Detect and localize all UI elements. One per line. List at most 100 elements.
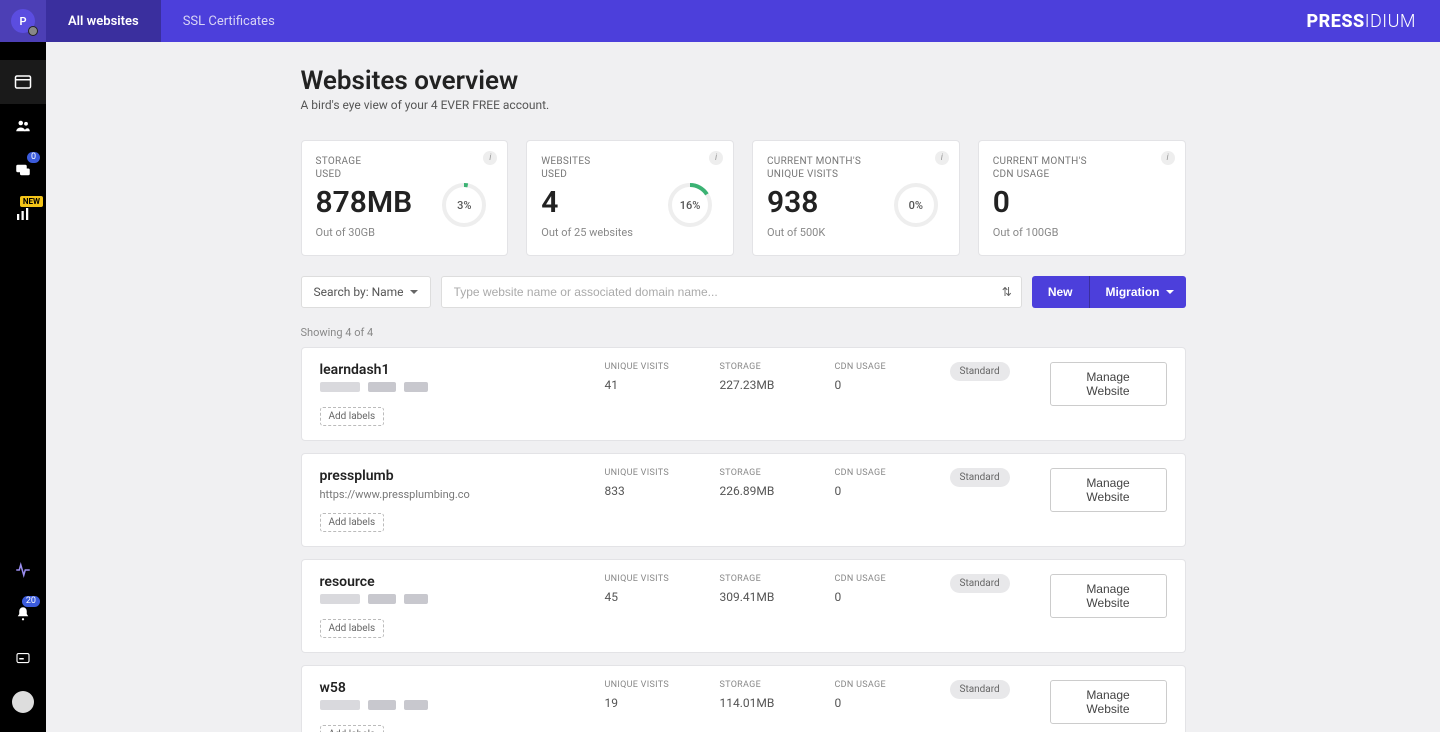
col-storage-label: STORAGE [720, 362, 835, 372]
pulse-icon [14, 561, 32, 579]
plan-badge: Standard [950, 680, 1010, 699]
bell-icon [14, 605, 32, 623]
bar-chart-icon [14, 205, 32, 223]
card-label: WEBSITESUSED [541, 155, 663, 181]
browser-icon [14, 73, 32, 91]
websites-list: learndash1 Add labels UNIQUE VISITS 41 S… [301, 347, 1186, 732]
page-title: Websites overview [301, 66, 1186, 96]
manage-website-button[interactable]: Manage Website [1050, 574, 1167, 618]
stats-cards-row: STORAGEUSED 878MB Out of 30GB 3% i WEBSI… [301, 140, 1186, 256]
col-cdn-label: CDN USAGE [835, 468, 950, 478]
site-name[interactable]: resource [320, 574, 605, 590]
col-visits-value: 41 [605, 378, 720, 392]
col-cdn-label: CDN USAGE [835, 574, 950, 584]
col-visits-value: 833 [605, 484, 720, 498]
donut-value: 16% [665, 180, 715, 230]
card-label: STORAGEUSED [316, 155, 438, 181]
col-visits-label: UNIQUE VISITS [605, 362, 720, 372]
left-sidebar: P 0 NEW [0, 0, 46, 732]
stat-card: CURRENT MONTH'SCDN USAGE 0 Out of 100GB … [978, 140, 1186, 256]
card-sub: Out of 25 websites [541, 226, 663, 239]
donut-gauge: 3% [439, 180, 489, 230]
site-name[interactable]: learndash1 [320, 362, 605, 378]
chat-icon [14, 161, 32, 179]
nav-messages-icon[interactable]: 0 [0, 148, 46, 192]
plan-badge: Standard [950, 362, 1010, 381]
search-input[interactable] [441, 276, 1022, 308]
col-cdn-value: 0 [835, 696, 950, 710]
tab-all-websites[interactable]: All websites [46, 0, 161, 42]
stat-card: STORAGEUSED 878MB Out of 30GB 3% i [301, 140, 509, 256]
card-label: CURRENT MONTH'SUNIQUE VISITS [767, 155, 889, 181]
col-storage-label: STORAGE [720, 468, 835, 478]
card-sub: Out of 100GB [993, 226, 1171, 239]
manage-website-button[interactable]: Manage Website [1050, 362, 1167, 406]
card-value: 4 [541, 185, 663, 220]
donut-gauge: 0% [891, 180, 941, 230]
plan-badge: Standard [950, 468, 1010, 487]
add-labels-button[interactable]: Add labels [320, 407, 385, 426]
col-cdn-value: 0 [835, 590, 950, 604]
messages-badge: 0 [27, 152, 40, 163]
nav-users-icon[interactable] [0, 104, 46, 148]
nav-profile-icon[interactable] [0, 680, 46, 724]
card-label: CURRENT MONTH'SCDN USAGE [993, 155, 1171, 181]
nav-websites-icon[interactable] [0, 60, 46, 104]
nav-analytics-icon[interactable]: NEW [0, 192, 46, 236]
site-name[interactable]: pressplumb [320, 468, 605, 484]
col-storage-value: 114.01MB [720, 696, 835, 710]
col-storage-value: 227.23MB [720, 378, 835, 392]
info-icon[interactable]: i [935, 151, 949, 165]
col-cdn-value: 0 [835, 484, 950, 498]
site-name[interactable]: w58 [320, 680, 605, 696]
card-sub: Out of 30GB [316, 226, 438, 239]
website-row: w58 Add labels UNIQUE VISITS 19 STORAGE … [301, 665, 1186, 732]
col-storage-label: STORAGE [720, 680, 835, 690]
card-value: 0 [993, 185, 1171, 220]
col-cdn-value: 0 [835, 378, 950, 392]
brand-logo[interactable]: PRESSIDIUM [1306, 11, 1440, 32]
nav-notifications-icon[interactable]: 20 [0, 592, 46, 636]
info-icon[interactable]: i [709, 151, 723, 165]
migration-dropdown[interactable]: Migration [1089, 276, 1186, 308]
col-cdn-label: CDN USAGE [835, 680, 950, 690]
add-labels-button[interactable]: Add labels [320, 725, 385, 732]
status-dot [28, 26, 38, 36]
add-labels-button[interactable]: Add labels [320, 513, 385, 532]
website-row: resource Add labels UNIQUE VISITS 45 STO… [301, 559, 1186, 653]
col-storage-value: 309.41MB [720, 590, 835, 604]
plan-badge: Standard [950, 574, 1010, 593]
account-avatar[interactable]: P [0, 0, 46, 42]
stat-card: CURRENT MONTH'SUNIQUE VISITS 938 Out of … [752, 140, 960, 256]
col-cdn-label: CDN USAGE [835, 362, 950, 372]
people-icon [14, 117, 32, 135]
card-value: 878MB [316, 185, 438, 220]
site-url-redacted [320, 382, 605, 396]
col-visits-label: UNIQUE VISITS [605, 468, 720, 478]
page-subtitle: A bird's eye view of your 4 EVER FREE ac… [301, 98, 1186, 112]
col-visits-label: UNIQUE VISITS [605, 574, 720, 584]
manage-website-button[interactable]: Manage Website [1050, 680, 1167, 724]
site-url: https://www.pressplumbing.co [320, 488, 605, 502]
add-labels-button[interactable]: Add labels [320, 619, 385, 638]
nav-activity-icon[interactable] [0, 548, 46, 592]
col-storage-value: 226.89MB [720, 484, 835, 498]
profile-avatar-icon [12, 691, 34, 713]
tab-ssl-certificates[interactable]: SSL Certificates [161, 0, 297, 42]
new-button[interactable]: New [1032, 276, 1089, 308]
card-value: 938 [767, 185, 889, 220]
info-icon[interactable]: i [483, 151, 497, 165]
manage-website-button[interactable]: Manage Website [1050, 468, 1167, 512]
search-by-dropdown[interactable]: Search by: Name [301, 276, 431, 308]
nav-help-icon[interactable] [0, 636, 46, 680]
info-icon[interactable]: i [1161, 151, 1175, 165]
new-badge: NEW [20, 196, 43, 207]
site-url-redacted [320, 700, 605, 714]
website-row: learndash1 Add labels UNIQUE VISITS 41 S… [301, 347, 1186, 441]
card-icon [14, 649, 32, 667]
col-visits-value: 19 [605, 696, 720, 710]
website-row: pressplumb https://www.pressplumbing.co … [301, 453, 1186, 547]
sort-icon[interactable]: ⇅ [1002, 285, 1012, 299]
stat-card: WEBSITESUSED 4 Out of 25 websites 16% i [526, 140, 734, 256]
donut-value: 3% [439, 180, 489, 230]
